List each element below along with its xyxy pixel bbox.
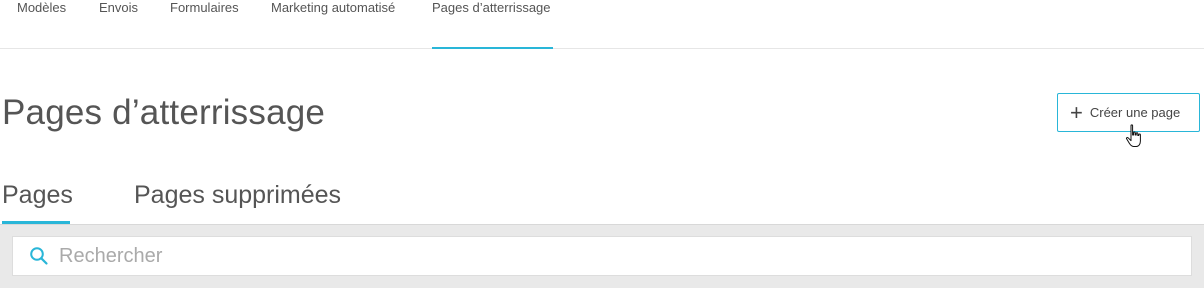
search-box: [12, 236, 1192, 276]
nav-item-marketing-automatise[interactable]: Marketing automatisé: [271, 0, 395, 48]
tab-label: Pages: [2, 181, 73, 209]
nav-item-envois[interactable]: Envois: [99, 0, 138, 48]
nav-item-formulaires[interactable]: Formulaires: [170, 0, 239, 48]
nav-item-label: Envois: [99, 0, 139, 15]
tab-label: Pages supprimées: [134, 181, 342, 209]
nav-item-label: Modèles: [17, 0, 67, 15]
search-panel: [0, 224, 1204, 288]
search-icon: [30, 247, 48, 265]
nav-item-pages-atterrissage[interactable]: Pages d’atterrissage: [432, 0, 553, 49]
tab-pages[interactable]: Pages: [2, 178, 73, 224]
nav-item-label: Formulaires: [170, 0, 239, 15]
create-page-button[interactable]: + Créer une page: [1057, 93, 1200, 132]
top-nav: Modèles Envois Formulaires Marketing aut…: [0, 0, 1204, 49]
create-page-label: Créer une page: [1089, 105, 1181, 120]
nav-item-label: Pages d’atterrissage: [432, 0, 551, 15]
search-input[interactable]: [59, 241, 1191, 271]
tab-pages-supprimees[interactable]: Pages supprimées: [134, 178, 341, 224]
nav-item-label: Marketing automatisé: [271, 0, 396, 15]
page-title: Pages d’atterrissage: [2, 93, 326, 132]
plus-icon: +: [1070, 99, 1083, 125]
nav-item-modeles[interactable]: Modèles: [17, 0, 66, 48]
